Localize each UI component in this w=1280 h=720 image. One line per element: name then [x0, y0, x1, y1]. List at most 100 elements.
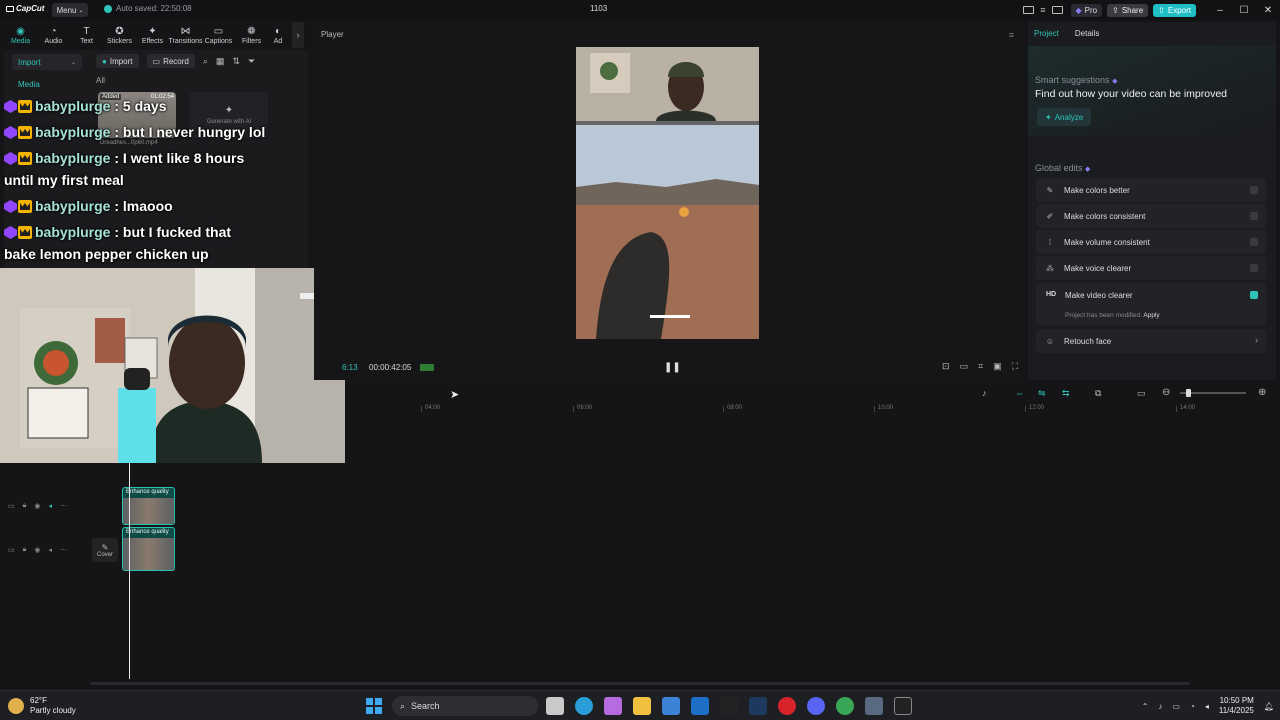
tool-effects[interactable]: ✦ Effects — [136, 22, 169, 48]
minimize-button[interactable]: – — [1208, 0, 1232, 20]
tool-adjust[interactable]: ◐ Ad — [268, 22, 288, 48]
filter-icon[interactable]: ⏷ — [248, 56, 255, 67]
audio-toggle-icon[interactable]: ◂ — [48, 546, 52, 554]
sort-icon[interactable]: ⇅ — [232, 56, 240, 67]
toggle-checkbox[interactable] — [1250, 291, 1258, 299]
cover-button[interactable]: ✎ Cover — [92, 538, 118, 562]
link-preview-icon[interactable]: ⇋ — [1038, 388, 1046, 399]
tool-stickers[interactable]: ✪ Stickers — [103, 22, 136, 48]
copilot-icon[interactable] — [604, 697, 622, 715]
chevron-right-icon[interactable]: › — [292, 22, 304, 48]
preview-axis-icon[interactable]: ⧉ — [1095, 388, 1101, 399]
steam-icon[interactable] — [749, 697, 767, 715]
app-logo-text: CapCut — [16, 4, 45, 13]
tool-transitions[interactable]: ⋈ Transitions — [169, 22, 203, 48]
x-app-icon[interactable] — [720, 697, 738, 715]
volume-tray-icon[interactable]: ◂ — [1205, 702, 1209, 711]
import-button[interactable]: ● Import — [96, 54, 139, 68]
subtitles-icon[interactable]: ▭ — [1137, 388, 1146, 399]
crop-icon[interactable]: ⌗ — [978, 361, 983, 372]
weather-widget[interactable]: 62°F Partly cloudy — [8, 696, 76, 716]
global-edit-colors-better[interactable]: ✎ Make colors better — [1036, 178, 1266, 202]
menu-icon[interactable]: ≡ — [1009, 30, 1014, 40]
file-explorer-icon[interactable] — [633, 697, 651, 715]
keyboard-icon[interactable] — [1051, 6, 1063, 14]
pro-button[interactable]: ◆ Pro — [1070, 3, 1103, 17]
layout-icon[interactable] — [1023, 6, 1035, 14]
playhead[interactable] — [129, 463, 130, 679]
timeline-scrollbar[interactable] — [90, 682, 1190, 685]
windows-start-icon[interactable] — [366, 698, 382, 714]
share-button[interactable]: ⇪ Share — [1107, 3, 1149, 17]
zoom-slider[interactable] — [1180, 389, 1246, 397]
outlook-icon[interactable] — [691, 697, 709, 715]
toggle-checkbox[interactable] — [1250, 212, 1258, 220]
share-label: Share — [1121, 5, 1144, 15]
task-view-icon[interactable] — [546, 697, 564, 715]
mic-tray-icon[interactable]: ♪ — [1158, 702, 1162, 711]
lock-icon[interactable]: 🔒︎ — [23, 546, 27, 554]
tab-details[interactable]: Details — [1075, 29, 1099, 38]
more-icon[interactable]: ⋯ — [60, 502, 67, 510]
zoom-out-icon[interactable]: ⊖ — [1162, 387, 1170, 398]
global-edit-video-clearer[interactable]: HD Make video clearer Project has been m… — [1036, 283, 1266, 325]
import-category[interactable]: Import ⌄ — [12, 54, 82, 70]
menu-button[interactable]: Menu ⌄ — [52, 3, 88, 17]
wifi-icon[interactable]: ◔ — [1190, 702, 1195, 711]
global-edit-colors-consistent[interactable]: ✐ Make colors consistent — [1036, 204, 1266, 228]
settings-icon[interactable] — [865, 697, 883, 715]
chrome-icon[interactable] — [836, 697, 854, 715]
zoom-in-icon[interactable]: ⊕ — [1258, 387, 1266, 398]
microphone-icon[interactable]: ♪ — [982, 388, 987, 398]
video-preview[interactable] — [576, 47, 759, 339]
taskbar-search[interactable]: ⌕ Search — [392, 696, 538, 716]
global-edit-voice-clearer[interactable]: ⁂ Make voice clearer — [1036, 256, 1266, 280]
analyze-button[interactable]: ✦ Analyze — [1037, 108, 1092, 126]
filter-all[interactable]: All — [96, 76, 105, 85]
apply-link[interactable]: Apply — [1143, 312, 1159, 319]
record-button[interactable]: ▭ Record — [146, 54, 195, 68]
capcut-taskbar-icon[interactable] — [894, 697, 912, 715]
lock-icon[interactable]: 🔒︎ — [23, 502, 27, 510]
toggle-checkbox[interactable] — [1250, 186, 1258, 194]
tab-project[interactable]: Project — [1034, 29, 1059, 38]
track-icon[interactable]: ▭ — [8, 502, 15, 510]
opera-icon[interactable] — [778, 697, 796, 715]
snap-icon[interactable]: ⇆ — [1062, 388, 1070, 399]
toggle-checkbox[interactable] — [1250, 264, 1258, 272]
eye-icon[interactable]: ◉ — [34, 546, 40, 554]
display-icon[interactable]: ▭ — [1172, 702, 1180, 711]
grid-view-icon[interactable]: ▦ — [216, 56, 225, 67]
tool-filters[interactable]: ❁ Filters — [235, 22, 268, 48]
global-edit-volume-consistent[interactable]: ⁞ Make volume consistent — [1036, 230, 1266, 254]
tool-media[interactable]: ◉ Media — [4, 22, 37, 48]
maximize-button[interactable]: ☐ — [1232, 0, 1256, 20]
store-icon[interactable] — [662, 697, 680, 715]
tool-captions[interactable]: ▭ Captions — [202, 22, 235, 48]
link-main-track-icon[interactable]: ⇔ — [1015, 388, 1024, 398]
quality-icon[interactable]: ▭ — [960, 361, 969, 372]
media-category[interactable]: Media — [18, 80, 84, 89]
tool-text[interactable]: T Text — [70, 22, 103, 48]
retouch-face-item[interactable]: ☺ Retouch face › — [1036, 329, 1266, 353]
toggle-checkbox[interactable] — [1250, 238, 1258, 246]
compare-icon[interactable]: ▣ — [993, 361, 1002, 372]
close-button[interactable]: ✕ — [1256, 0, 1280, 20]
edge-icon[interactable] — [575, 697, 593, 715]
pause-button[interactable]: ❚❚ — [664, 362, 681, 373]
discord-icon[interactable] — [807, 697, 825, 715]
more-icon[interactable]: ⋯ — [60, 546, 67, 554]
list-icon[interactable]: ≡ — [1040, 5, 1045, 15]
track-icon[interactable]: ▭ — [8, 546, 15, 554]
tool-audio[interactable]: ◔ Audio — [37, 22, 70, 48]
fullscreen-icon[interactable]: ⛶ — [1012, 361, 1018, 372]
chevron-up-icon[interactable]: ⌃ — [1142, 702, 1149, 711]
notifications-icon[interactable]: 🔔︎ — [1264, 702, 1274, 711]
search-icon[interactable]: ⌕ — [203, 56, 208, 67]
clock[interactable]: 10:50 PM 11/4/2025 — [1219, 696, 1254, 716]
ratio-icon[interactable]: ⊡ — [942, 361, 950, 372]
zoom-slider-handle[interactable] — [1186, 389, 1191, 397]
export-button[interactable]: ⇧ Export — [1153, 3, 1196, 17]
eye-icon[interactable]: ◉ — [34, 502, 40, 510]
audio-toggle-icon[interactable]: ◂ — [48, 502, 52, 510]
